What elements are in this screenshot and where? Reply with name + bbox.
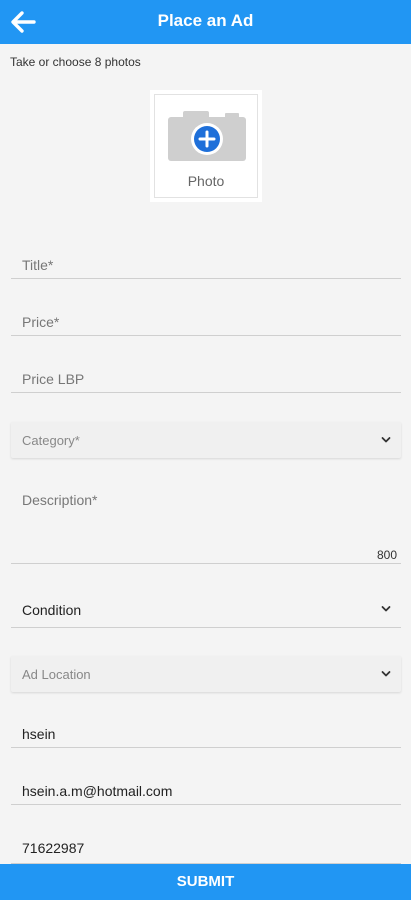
name-value: hsein [22, 726, 56, 742]
phone-field[interactable]: 71622987 [11, 828, 401, 864]
chevron-down-icon [381, 671, 391, 677]
submit-button[interactable]: SUBMIT [0, 864, 411, 900]
chevron-down-icon [381, 606, 391, 612]
photo-hint: Take or choose 8 photos [10, 55, 141, 69]
email-value: hsein.a.m@hotmail.com [22, 783, 173, 799]
title-placeholder: Title* [22, 257, 54, 273]
price-lbp-field[interactable]: Price LBP [11, 360, 401, 393]
category-placeholder: Category* [22, 433, 80, 448]
name-field[interactable]: hsein [11, 714, 401, 748]
price-field[interactable]: Price* [11, 303, 401, 336]
add-photo-button[interactable]: Photo [150, 90, 262, 202]
title-field[interactable]: Title* [11, 246, 401, 279]
email-field[interactable]: hsein.a.m@hotmail.com [11, 771, 401, 805]
condition-select[interactable]: Condition [11, 590, 401, 628]
condition-selected: Condition [22, 602, 82, 618]
price-placeholder: Price* [22, 314, 60, 330]
category-select[interactable]: Category* [11, 422, 401, 458]
price-lbp-placeholder: Price LBP [22, 371, 85, 387]
camera-plus-icon [168, 111, 246, 161]
app-bar: Place an Ad [0, 0, 411, 44]
location-placeholder: Ad Location [22, 667, 91, 682]
description-placeholder: Description* [22, 492, 98, 508]
page-title: Place an Ad [157, 11, 254, 30]
description-char-counter: 800 [376, 548, 397, 562]
chevron-down-icon [381, 437, 391, 443]
phone-value: 71622987 [22, 840, 85, 856]
description-field[interactable]: Description* 800 [11, 480, 401, 564]
photo-label: Photo [187, 173, 225, 189]
location-select[interactable]: Ad Location [11, 656, 401, 692]
photo-frame: Photo [154, 94, 258, 198]
